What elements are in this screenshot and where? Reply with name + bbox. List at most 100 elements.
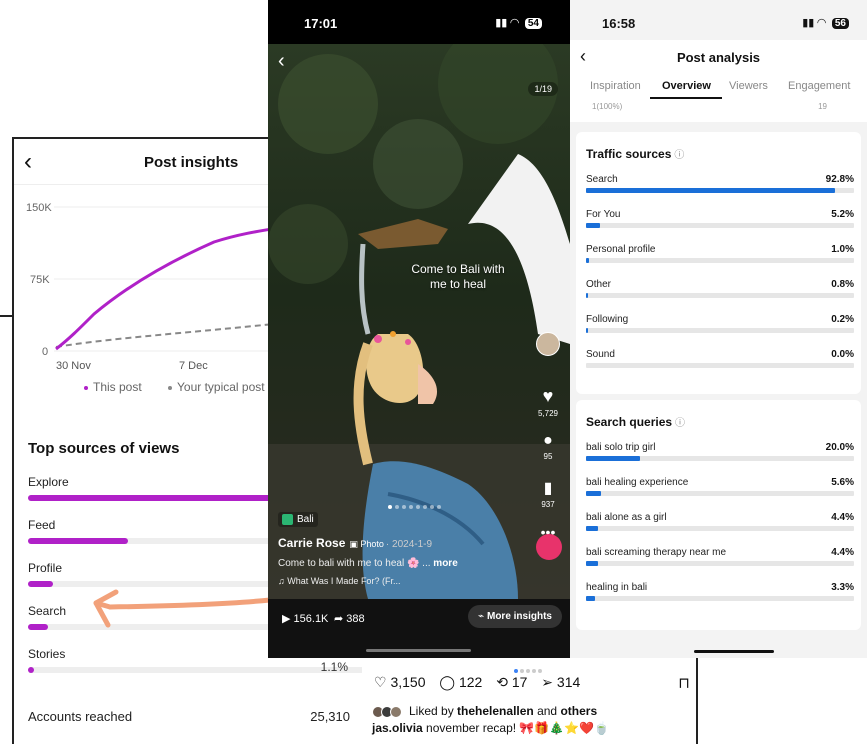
metric-percent: 92.8%	[825, 174, 854, 185]
metric-bar-track	[586, 328, 854, 333]
search-queries-card: Search queries ⓘ bali solo trip girl 20.0%…	[576, 400, 861, 630]
metric-percent: 4.4%	[831, 512, 854, 523]
metric-bar-fill	[586, 526, 598, 531]
metric-row: Following 0.2%	[586, 314, 854, 344]
sound-disc[interactable]	[536, 534, 562, 560]
like-count: 5,729	[537, 409, 559, 418]
source-bar-fill	[28, 581, 53, 587]
typical-post-line	[55, 323, 275, 348]
y-tick-label: 0	[42, 346, 48, 358]
legend-dot	[84, 385, 88, 390]
post-analysis-screen: 16:58 ▮▮ ◠ 56 ‹ Post analysis Inspiratio…	[570, 0, 867, 658]
save-button[interactable]: ▮ 937	[536, 478, 560, 509]
liked-others[interactable]: others	[560, 704, 597, 718]
more-insights-button[interactable]: ⌁ More insights	[468, 605, 562, 628]
share-button[interactable]: ➢ 314	[541, 674, 580, 691]
x-tick-label: 7 Dec	[179, 360, 208, 369]
y-tick-label: 75K	[30, 274, 50, 286]
comment-count: 95	[543, 452, 553, 461]
this-post-line	[55, 225, 285, 351]
play-icon: ▶	[282, 613, 291, 625]
tab-inspiration[interactable]: Inspiration	[590, 80, 641, 92]
battery-icon: 56	[831, 18, 849, 29]
post-bottom-bar: ▶ 156.1K ➦ 388 ⌁ More insights	[268, 599, 570, 658]
tab-overview[interactable]: Overview	[662, 80, 711, 92]
metric-bar-track	[586, 456, 854, 461]
music-title[interactable]: ♫ What Was I Made For? (Fr...	[278, 576, 400, 586]
source-bar-fill	[28, 624, 48, 630]
page-title: Post analysis	[676, 50, 761, 65]
metric-row: bali solo trip girl 20.0%	[586, 442, 854, 472]
source-bar-fill	[28, 495, 273, 501]
tab-engagement[interactable]: Engagement	[788, 80, 850, 92]
metric-bar-fill	[586, 328, 588, 333]
back-chevron-icon[interactable]: ‹	[278, 50, 285, 73]
metric-percent: 0.0%	[831, 349, 854, 360]
back-chevron-icon[interactable]: ‹	[24, 148, 32, 176]
comment-button[interactable]: ● 95	[536, 432, 560, 461]
location-tag[interactable]: Bali	[278, 512, 318, 528]
send-icon: ➢	[541, 674, 554, 690]
status-icons: ▮▮ ◠ 56	[802, 16, 849, 29]
metric-bar-fill	[586, 188, 835, 193]
repost-button[interactable]: ⟲ 17	[496, 674, 527, 691]
status-time: 17:01	[304, 16, 338, 31]
share-arrow-icon: ➦	[334, 613, 344, 625]
author-name[interactable]: Carrie Rose	[278, 536, 345, 550]
traffic-sources-card: Traffic sources ⓘ Search 92.8% For You 5.2% P…	[576, 132, 861, 394]
metric-label: bali alone as a girl	[586, 512, 667, 523]
comment-button[interactable]: ◯ 122	[439, 674, 482, 691]
frame-tick	[0, 315, 12, 317]
image-counter: 1/19	[528, 82, 558, 96]
post-description: Come to bali with me to heal 🌸 ... more	[278, 558, 458, 569]
liker-avatars	[372, 705, 406, 718]
metric-percent: 0.2%	[831, 314, 854, 325]
metric-bar-track	[586, 223, 854, 228]
metric-percent: 5.2%	[831, 209, 854, 220]
caption-user[interactable]: jas.olivia	[372, 721, 423, 735]
source-percent: 1.1%	[320, 660, 348, 674]
battery-icon: 54	[524, 18, 542, 29]
bookmark-icon[interactable]: ⊓	[678, 674, 690, 692]
x-tick-label: 30 Nov	[56, 360, 91, 369]
metric-percent: 4.4%	[831, 547, 854, 558]
author-line[interactable]: Carrie Rose ▣ Photo · 2024-1-9	[278, 536, 432, 550]
liked-user[interactable]: thehelenallen	[457, 704, 534, 718]
metric-label: Personal profile	[586, 244, 656, 255]
metric-percent: 3.3%	[831, 582, 854, 593]
tab-viewers[interactable]: Viewers	[729, 80, 768, 92]
like-button[interactable]: ♥ 5,729	[536, 386, 560, 418]
metric-label: bali solo trip girl	[586, 442, 656, 453]
info-icon[interactable]: ⓘ	[675, 418, 685, 429]
more-link[interactable]: more	[433, 558, 457, 569]
avatar[interactable]	[536, 332, 560, 356]
comment-icon: ◯	[439, 674, 456, 690]
overlay-caption: Come to Bali with me to heal	[411, 262, 505, 291]
heart-icon: ♥	[542, 386, 554, 406]
liked-by-line[interactable]: Liked by thehelenallen and others	[372, 704, 597, 718]
metric-label: Search	[586, 174, 618, 185]
metric-bar-track	[586, 491, 854, 496]
music-disc-icon	[536, 534, 562, 560]
metric-bar-fill	[586, 258, 589, 263]
like-button[interactable]: ♡ 3,150	[374, 674, 426, 691]
previous-section-count: 19	[818, 102, 827, 111]
legend-this-post: This post	[84, 380, 142, 394]
share-count: ➦ 388	[334, 613, 365, 625]
play-count: ▶ 156.1K	[282, 613, 329, 625]
metric-row: Personal profile 1.0%	[586, 244, 854, 274]
metric-percent: 20.0%	[825, 442, 854, 453]
home-indicator	[694, 650, 774, 653]
metric-row: bali healing experience 5.6%	[586, 477, 854, 507]
traffic-sources-title: Traffic sources ⓘ	[586, 147, 685, 161]
metric-bar-track	[586, 188, 854, 193]
metric-row: bali screaming therapy near me 4.4%	[586, 547, 854, 577]
info-icon[interactable]: ⓘ	[674, 150, 684, 161]
active-tab-indicator	[650, 97, 722, 99]
top-sources-title: Top sources of views	[28, 440, 180, 457]
photo-badge: ▣ Photo	[349, 539, 384, 549]
comment-bubble-icon: ●	[543, 432, 553, 449]
metric-row: For You 5.2%	[586, 209, 854, 239]
metric-label: bali healing experience	[586, 477, 689, 488]
author-avatar[interactable]	[536, 332, 560, 356]
